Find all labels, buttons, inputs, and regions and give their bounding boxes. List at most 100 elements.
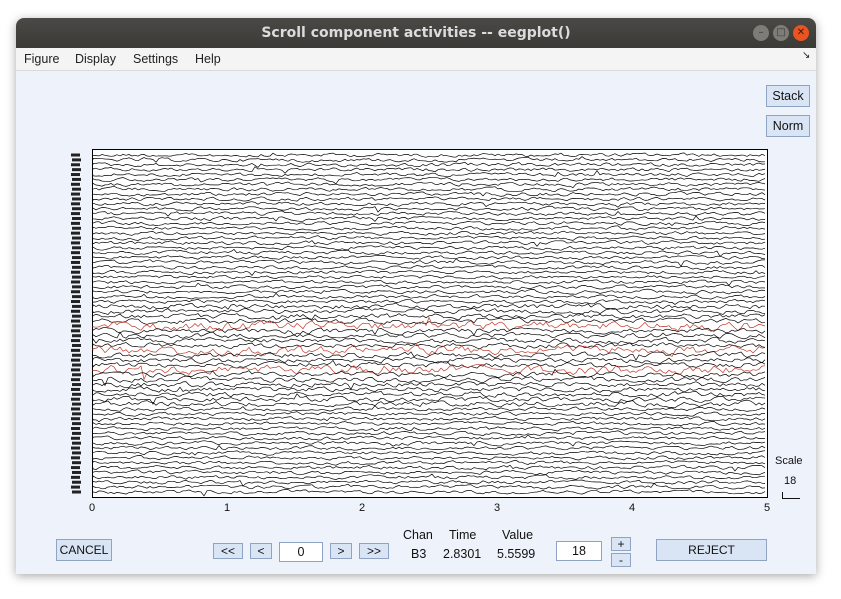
channel-label-glyph [72, 168, 81, 172]
channel-label-glyph [71, 300, 80, 304]
channel-label-glyph [72, 246, 81, 250]
channel-label-glyph [71, 212, 80, 216]
channel-label-glyph [72, 353, 81, 357]
channel-label-glyph [71, 475, 80, 479]
stack-button[interactable]: Stack [766, 85, 810, 107]
scale-label: Scale [775, 455, 803, 467]
scale-input[interactable]: 18 [556, 541, 602, 561]
channel-label-glyph [72, 187, 81, 191]
chan-value: B3 [411, 547, 427, 561]
channel-label-glyph [72, 373, 81, 377]
channel-label-glyph [71, 446, 80, 450]
scroll-prev-button[interactable]: < [250, 543, 272, 559]
eeg-plot-area[interactable] [92, 149, 768, 498]
channel-label-glyph [71, 427, 80, 431]
reject-button[interactable]: REJECT [656, 539, 767, 561]
plot-frame [92, 149, 768, 498]
channel-label-glyph [72, 314, 81, 318]
channel-label-glyph [71, 329, 80, 333]
x-tick-0: 0 [88, 502, 96, 514]
channel-label-glyph [72, 363, 81, 367]
channel-label-glyph [72, 441, 81, 445]
menu-help[interactable]: Help [195, 48, 221, 70]
channel-label-glyph [72, 275, 81, 279]
channel-label-glyph [72, 383, 81, 387]
channel-label-glyph [72, 226, 81, 230]
channel-label-glyph [71, 358, 80, 362]
channel-label-glyph [71, 173, 80, 177]
channel-label-glyph [71, 387, 80, 391]
x-tick-2: 2 [358, 502, 366, 514]
menu-figure[interactable]: Figure [24, 48, 59, 70]
eegplot-window: Scroll component activities -- eegplot()… [16, 18, 816, 574]
channel-label-glyph [71, 290, 80, 294]
channel-label-glyph [71, 260, 80, 264]
channel-label-glyph [71, 436, 80, 440]
channel-label-glyph [72, 412, 81, 416]
channel-label-glyph [72, 197, 81, 201]
channel-label-glyph [72, 392, 81, 396]
channel-label-glyph [72, 324, 81, 328]
scale-plus-button[interactable]: + [611, 537, 631, 551]
channel-label-glyph [72, 236, 81, 240]
channel-label-glyph [72, 177, 81, 181]
channel-label-glyph [72, 216, 81, 220]
time-label: Time [449, 528, 477, 542]
channel-label-glyph [72, 158, 81, 162]
channel-label-glyph [71, 348, 80, 352]
channel-label-glyph [72, 265, 81, 269]
chan-label: Chan [403, 528, 433, 542]
maximize-icon[interactable]: □ [773, 25, 789, 41]
scale-value: 18 [784, 475, 797, 487]
norm-button[interactable]: Norm [766, 115, 810, 137]
channel-label-glyph [71, 368, 80, 372]
channel-label-glyph [72, 295, 81, 299]
channel-label-glyph [71, 456, 80, 460]
menu-display[interactable]: Display [75, 48, 116, 70]
value-value: 5.5599 [497, 547, 536, 561]
channel-label-glyph [71, 221, 80, 225]
x-tick-3: 3 [493, 502, 501, 514]
time-value: 2.8301 [443, 547, 482, 561]
scroll-next-button[interactable]: > [330, 543, 352, 559]
channel-label-glyph [72, 490, 81, 494]
channel-label-glyph [71, 270, 80, 274]
channel-label-glyph [71, 163, 80, 167]
position-input[interactable]: 0 [279, 542, 323, 562]
menu-bar: Figure Display Settings Help ↘ [16, 48, 816, 71]
title-bar: Scroll component activities -- eegplot()… [16, 18, 816, 48]
close-icon[interactable]: ✕ [793, 25, 809, 41]
menu-settings[interactable]: Settings [133, 48, 178, 70]
channel-label-glyph [71, 153, 80, 157]
channel-label-glyph [72, 285, 81, 289]
x-tick-4: 4 [628, 502, 636, 514]
scroll-first-button[interactable]: << [213, 543, 243, 559]
scroll-last-button[interactable]: >> [359, 543, 389, 559]
window-title: Scroll component activities -- eegplot() [261, 25, 571, 41]
scale-bar-icon [782, 492, 800, 499]
cancel-button[interactable]: CANCEL [56, 539, 112, 561]
scale-minus-button[interactable]: - [611, 553, 631, 567]
minimize-icon[interactable]: – [753, 25, 769, 41]
channel-label-glyph [72, 207, 81, 211]
channel-label-glyph [72, 422, 81, 426]
channel-label-glyph [72, 451, 81, 455]
channel-label-glyph [72, 402, 81, 406]
channel-label-glyph [71, 485, 80, 489]
x-tick-1: 1 [223, 502, 231, 514]
channel-label-glyph [71, 378, 80, 382]
channel-label-glyph [72, 334, 81, 338]
channel-label-glyph [71, 231, 80, 235]
channel-label-glyph [71, 319, 80, 323]
channel-label-glyph [72, 461, 81, 465]
channel-label-glyph [72, 431, 81, 435]
channel-label-glyph [71, 202, 80, 206]
dock-arrow-icon[interactable]: ↘ [802, 50, 810, 61]
channel-label-glyph [71, 417, 80, 421]
channel-label-glyph [72, 480, 81, 484]
channel-label-glyph [72, 256, 81, 260]
channel-label-glyph [72, 343, 81, 347]
x-tick-5: 5 [763, 502, 771, 514]
channel-label-glyph [71, 466, 80, 470]
channel-label-glyph [72, 304, 81, 308]
